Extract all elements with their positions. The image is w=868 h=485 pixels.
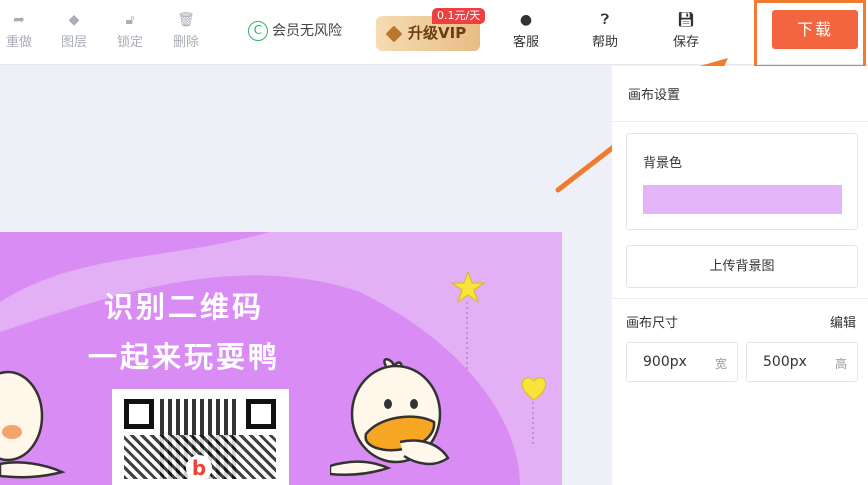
qr-finder-right bbox=[246, 399, 276, 429]
trash-icon: 🗑︎ bbox=[177, 12, 195, 28]
vip-price-badge: 0.1元/天 bbox=[432, 8, 486, 24]
height-unit: 高 bbox=[834, 357, 847, 371]
qr-code: b bbox=[112, 389, 289, 485]
canvas-size-label: 画布尺寸 bbox=[626, 316, 679, 331]
delete-button[interactable]: 🗑︎ 删除 bbox=[161, 10, 211, 50]
upload-background-button[interactable]: 上传背景图 bbox=[626, 245, 858, 288]
star-icon bbox=[450, 270, 486, 304]
layers-button[interactable]: ◆ 图层 bbox=[49, 10, 99, 50]
layers-label: 图层 bbox=[60, 35, 87, 50]
canvas-settings-panel: 画布设置 背景色 上传背景图 画布尺寸 编辑 900px 宽 500px 高 bbox=[612, 66, 868, 485]
download-button[interactable]: 下载 bbox=[772, 10, 858, 49]
background-color-swatch[interactable] bbox=[643, 185, 842, 214]
redo-label: 重做 bbox=[5, 35, 32, 50]
duck-left-illustration bbox=[0, 370, 66, 479]
help-icon: ❓︎ bbox=[600, 12, 610, 28]
lock-label: 锁定 bbox=[116, 35, 143, 50]
lock-button[interactable]: 🔓︎ 锁定 bbox=[105, 10, 155, 50]
qr-finder-left bbox=[124, 399, 154, 429]
width-unit: 宽 bbox=[714, 357, 727, 371]
copyright-icon: C bbox=[248, 21, 268, 41]
upgrade-vip-label: 升级VIP bbox=[408, 24, 467, 42]
delete-label: 删除 bbox=[172, 35, 199, 50]
background-color-section: 背景色 bbox=[626, 133, 858, 230]
panel-divider bbox=[612, 298, 868, 299]
poster-headline-2: 一起来玩耍鸭 bbox=[88, 340, 281, 374]
height-value: 500px bbox=[763, 354, 807, 370]
panel-divider bbox=[612, 121, 868, 122]
width-value: 900px bbox=[643, 354, 687, 370]
poster-headline-1: 识别二维码 bbox=[104, 290, 265, 324]
lock-icon: 🔓︎ bbox=[125, 12, 135, 28]
background-color-label: 背景色 bbox=[643, 156, 683, 171]
edit-size-link[interactable]: 编辑 bbox=[830, 312, 856, 331]
qr-logo: b bbox=[186, 455, 212, 481]
member-no-risk[interactable]: C 会员无风险 bbox=[248, 19, 342, 43]
poster-canvas[interactable]: 识别二维码 一起来玩耍鸭 b bbox=[0, 232, 562, 485]
width-input[interactable]: 900px 宽 bbox=[626, 342, 738, 382]
redo-button[interactable]: ➦ 重做 bbox=[0, 10, 44, 50]
heart-icon bbox=[521, 377, 547, 401]
panel-title: 画布设置 bbox=[628, 88, 681, 103]
redo-icon: ➦ bbox=[13, 12, 25, 28]
save-icon: 💾︎ bbox=[677, 12, 695, 28]
diamond-icon bbox=[385, 25, 403, 42]
layers-icon: ◆ bbox=[68, 12, 80, 28]
headset-icon: ● bbox=[519, 12, 533, 28]
height-input[interactable]: 500px 高 bbox=[746, 342, 858, 382]
member-no-risk-label: 会员无风险 bbox=[272, 23, 342, 39]
duck-right-illustration bbox=[330, 358, 450, 476]
